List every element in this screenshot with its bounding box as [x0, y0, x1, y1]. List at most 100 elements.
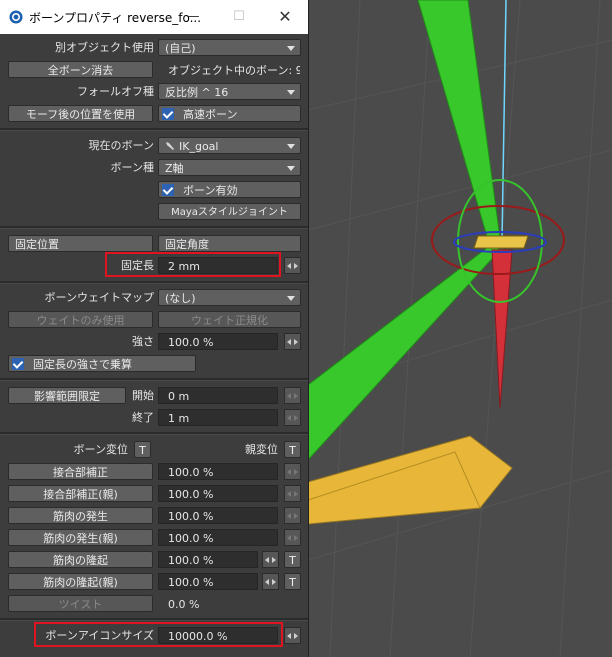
muscle-bulge-spinner[interactable]	[262, 551, 279, 568]
muscle-bulge-t-button[interactable]: T	[284, 551, 301, 568]
arrow-right-icon	[294, 339, 298, 345]
muscle-flex-input[interactable]: 100.0 %	[158, 507, 278, 524]
normalize-weight-button[interactable]: ウェイト正規化	[158, 311, 301, 328]
limited-range-button[interactable]: 影響範囲限定	[8, 387, 126, 404]
arrow-right-icon	[294, 535, 298, 541]
chevron-down-icon	[287, 90, 295, 95]
current-bone-dropdown[interactable]: IK_goal	[158, 137, 301, 154]
divider	[0, 432, 308, 435]
arrow-left-icon	[287, 339, 291, 345]
falloff-dropdown[interactable]: 反比例 ^ 16	[158, 83, 301, 100]
arrow-left-icon	[287, 633, 291, 639]
chevron-down-icon	[287, 166, 295, 171]
muscle-flex-button[interactable]: 筋肉の発生	[8, 507, 153, 524]
muscle-flex-parent-input[interactable]: 100.0 %	[158, 529, 278, 546]
arrow-left-icon	[287, 415, 291, 421]
chevron-down-icon	[287, 46, 295, 51]
chevron-down-icon	[287, 296, 295, 301]
parent-displacement-t-button[interactable]: T	[284, 441, 301, 458]
multiply-strength-checkbox[interactable]: 固定長の強さで乗算	[8, 355, 196, 372]
bone-type-dropdown[interactable]: Z軸	[158, 159, 301, 176]
weight-map-dropdown[interactable]: (なし)	[158, 289, 301, 306]
twist-button[interactable]: ツイスト	[8, 595, 153, 612]
fixed-position-button[interactable]: 固定位置	[8, 235, 153, 252]
joint-comp-parent-input[interactable]: 100.0 %	[158, 485, 278, 502]
start-label: 開始	[132, 389, 154, 402]
joint-comp-input[interactable]: 100.0 %	[158, 463, 278, 480]
fast-bones-checkbox[interactable]: 高速ボーン	[158, 105, 301, 122]
bone-properties-dialog: ボーンプロパティ reverse_fo... — ☐ ✕ 別オブジェクト使用 (…	[0, 0, 309, 657]
arrow-left-icon	[287, 263, 291, 269]
maya-joint-button[interactable]: Mayaスタイルジョイント	[158, 203, 301, 220]
fixed-angle-button[interactable]: 固定角度	[158, 235, 301, 252]
muscle-bulge-parent-input[interactable]: 100.0 %	[158, 573, 258, 590]
arrow-right-icon	[272, 579, 276, 585]
arrow-left-icon	[287, 491, 291, 497]
muscle-bulge-parent-spinner[interactable]	[262, 573, 279, 590]
use-other-object-dropdown[interactable]: (自己)	[158, 39, 301, 56]
muscle-flex-parent-spinner[interactable]	[284, 529, 301, 546]
start-input[interactable]: 0 m	[158, 387, 278, 404]
fast-bones-label: 高速ボーン	[183, 108, 238, 121]
current-bone-value: IK_goal	[179, 140, 219, 153]
multiply-strength-label: 固定長の強さで乗算	[33, 358, 132, 371]
twist-input[interactable]: 0.0 %	[158, 595, 278, 612]
use-morphed-position-button[interactable]: モーフ後の位置を使用	[8, 105, 153, 122]
arrow-right-icon	[294, 393, 298, 399]
close-button[interactable]: ✕	[262, 0, 308, 34]
start-spinner[interactable]	[284, 387, 301, 404]
bone-icon	[166, 142, 174, 150]
muscle-flex-spinner[interactable]	[284, 507, 301, 524]
highlight-box	[105, 252, 281, 277]
end-spinner[interactable]	[284, 409, 301, 426]
divider	[0, 226, 308, 229]
divider	[0, 618, 308, 621]
muscle-flex-parent-button[interactable]: 筋肉の発生(親)	[8, 529, 153, 546]
weight-map-value: (なし)	[165, 292, 196, 305]
muscle-bulge-input[interactable]: 100.0 %	[158, 551, 258, 568]
arrow-left-icon	[287, 469, 291, 475]
bones-in-object-text: オブジェクト中のボーン: 9	[158, 61, 301, 78]
muscle-bulge-button[interactable]: 筋肉の隆起	[8, 551, 153, 568]
joint-comp-parent-button[interactable]: 接合部補正(親)	[8, 485, 153, 502]
chevron-down-icon	[287, 144, 295, 149]
arrow-left-icon	[287, 393, 291, 399]
strength-input[interactable]: 100.0 %	[158, 333, 278, 350]
green-bone-upper	[417, 0, 501, 241]
arrow-left-icon	[265, 557, 269, 563]
bone-displacement-t-button[interactable]: T	[134, 441, 151, 458]
bone-active-label: ボーン有効	[183, 184, 238, 197]
joint-comp-parent-spinner[interactable]	[284, 485, 301, 502]
arrow-right-icon	[294, 633, 298, 639]
arrow-right-icon	[272, 557, 276, 563]
muscle-bulge-parent-button[interactable]: 筋肉の隆起(親)	[8, 573, 153, 590]
bone-active-checkbox[interactable]: ボーン有効	[158, 181, 301, 198]
maximize-button[interactable]: ☐	[216, 0, 262, 34]
arrow-right-icon	[294, 469, 298, 475]
arrow-left-icon	[265, 579, 269, 585]
joint-comp-spinner[interactable]	[284, 463, 301, 480]
joint-comp-button[interactable]: 接合部補正	[8, 463, 153, 480]
falloff-label: フォールオフ種	[77, 85, 154, 98]
checkmark-icon	[162, 108, 174, 120]
fixed-length-spinner[interactable]	[284, 257, 301, 274]
weight-only-button[interactable]: ウェイトのみ使用	[8, 311, 153, 328]
minimize-button[interactable]: —	[170, 0, 216, 34]
clear-all-bones-button[interactable]: 全ボーン消去	[8, 61, 153, 78]
arrow-left-icon	[287, 513, 291, 519]
checkmark-icon	[12, 358, 24, 370]
strength-label: 強さ	[132, 335, 154, 348]
weight-map-label: ボーンウェイトマップ	[44, 291, 154, 304]
lightwave-app-icon	[9, 10, 23, 24]
arrow-right-icon	[294, 491, 298, 497]
strength-spinner[interactable]	[284, 333, 301, 350]
use-other-object-value: (自己)	[165, 42, 196, 55]
bone-displacement-label: ボーン変位	[73, 443, 128, 456]
title-bar[interactable]: ボーンプロパティ reverse_fo... — ☐ ✕	[0, 0, 308, 34]
end-label: 終了	[132, 411, 154, 424]
end-input[interactable]: 1 m	[158, 409, 278, 426]
muscle-bulge-parent-t-button[interactable]: T	[284, 573, 301, 590]
bone-type-label: ボーン種	[110, 161, 154, 174]
bone-icon-size-spinner[interactable]	[284, 627, 301, 644]
parent-displacement-label: 親変位	[245, 443, 278, 456]
